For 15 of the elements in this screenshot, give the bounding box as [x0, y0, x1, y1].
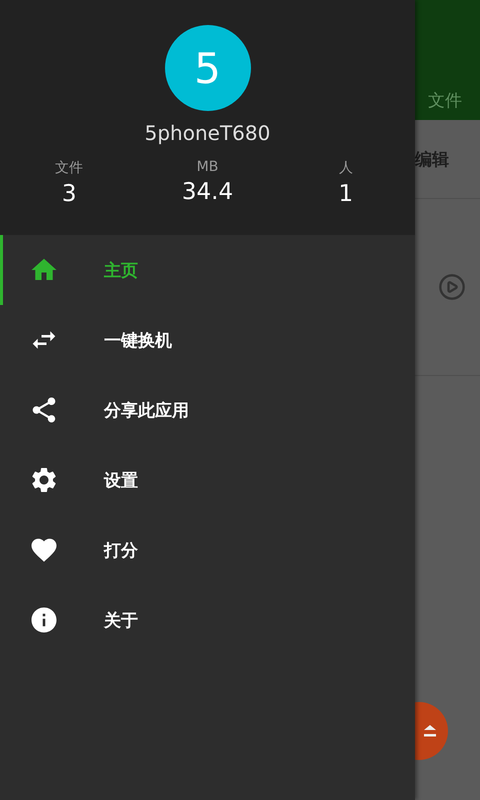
play-icon[interactable] — [438, 273, 466, 301]
menu-item[interactable]: 分享此应用 — [0, 375, 415, 445]
menu-item[interactable]: 打分 — [0, 515, 415, 585]
device-name: 5phoneT680 — [144, 121, 270, 145]
stat-label: MB — [196, 159, 218, 175]
avatar: 5 — [164, 25, 250, 111]
stat-label: 文件 — [55, 159, 84, 177]
menu-item[interactable]: 关于 — [0, 585, 415, 655]
menu-item[interactable]: 一键换机 — [0, 305, 415, 375]
info-icon — [29, 605, 59, 635]
stat-value: 34.4 — [182, 179, 234, 205]
stat-label: 人 — [338, 159, 353, 177]
stat-value: 1 — [338, 181, 354, 207]
menu-item[interactable]: 设置 — [0, 445, 415, 515]
stat-value: 3 — [62, 181, 76, 207]
